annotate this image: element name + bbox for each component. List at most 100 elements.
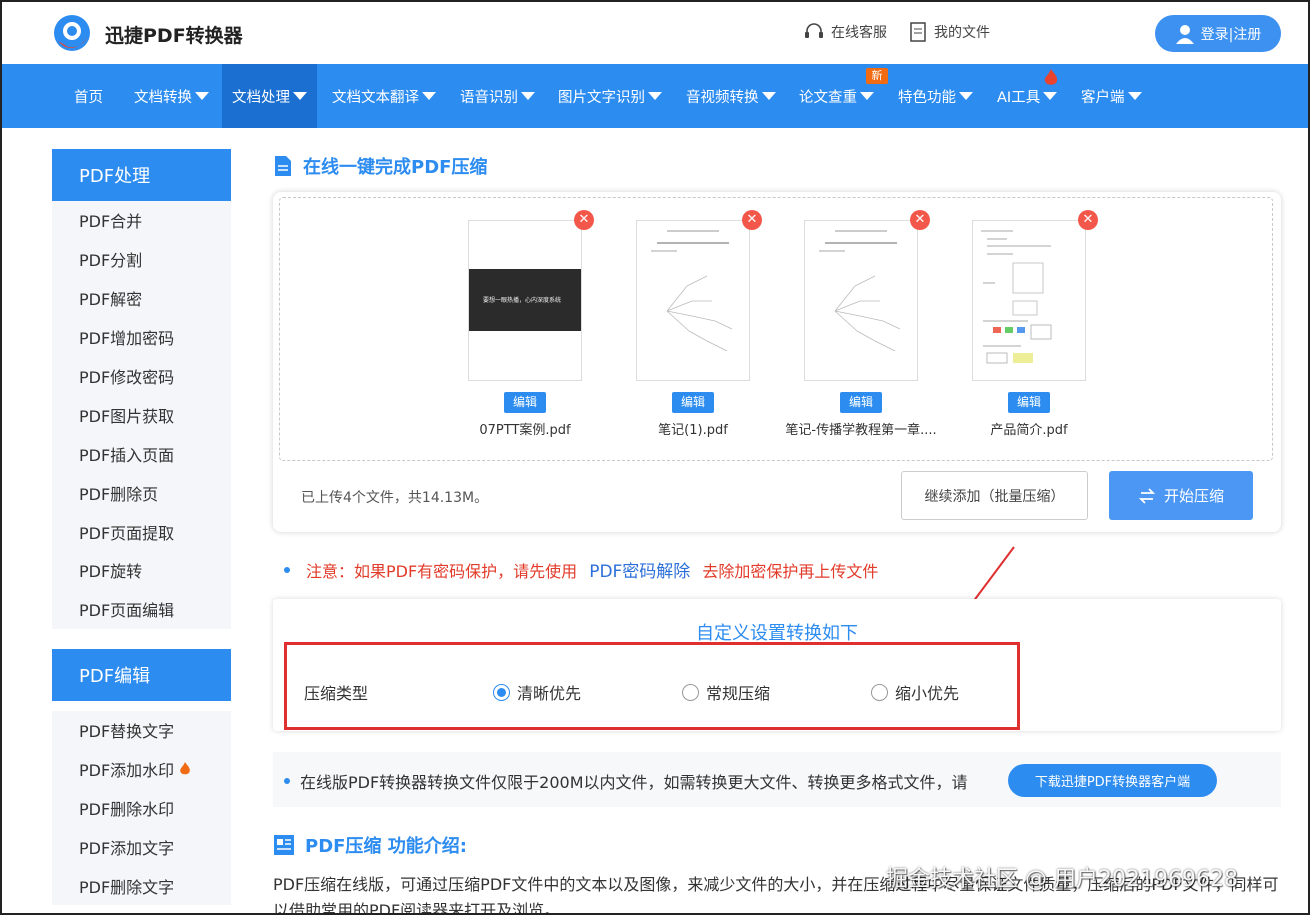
swap-icon (1138, 487, 1156, 504)
start-compress-label: 开始压缩 (1163, 487, 1224, 505)
nav-label: 图片文字识别 (558, 89, 645, 106)
radio-unchecked-icon (871, 683, 888, 701)
headset-icon (805, 23, 823, 38)
edit-file-button[interactable]: 编辑 (840, 392, 882, 413)
my-files-label: 我的文件 (934, 25, 990, 41)
sidebar-item-replace-text[interactable]: PDF替换文字 (52, 711, 231, 750)
login-register-button[interactable]: 登录|注册 (1155, 15, 1281, 52)
user-icon (1175, 24, 1194, 44)
sidebar-item-decrypt[interactable]: PDF解密 (52, 279, 231, 318)
radio-normal-compress[interactable]: 常规压缩 (682, 680, 770, 704)
compress-type-label: 压缩类型 (304, 684, 369, 703)
nav-label: 客户端 (1081, 89, 1125, 106)
nav-label: 音视频转换 (686, 89, 759, 106)
start-compress-button[interactable]: 开始压缩 (1109, 471, 1253, 520)
sidebar-item-label: PDF增加密码 (79, 329, 175, 349)
upload-status-text: 已上传4个文件，共14.13M。 (301, 490, 489, 506)
sidebar-item-delete-page[interactable]: PDF删除页 (52, 473, 231, 512)
nav-label: 文档处理 (232, 89, 290, 106)
edit-file-button[interactable]: 编辑 (672, 392, 714, 413)
sidebar-item-label: PDF修改密码 (79, 368, 175, 387)
sidebar-item-remove-watermark[interactable]: PDF删除水印 (52, 789, 231, 828)
file-thumbnail[interactable] (972, 220, 1086, 381)
file-name: 07PTT案例.pdf (479, 423, 571, 438)
mindmap-preview (651, 230, 733, 352)
nav-doc-convert[interactable]: 文档转换 (124, 64, 219, 128)
nav-label: AI工具 (997, 89, 1041, 106)
brand-name: 迅捷PDF转换器 (105, 25, 243, 47)
sidebar-item-delete-text[interactable]: PDF删除文字 (52, 867, 231, 906)
radio-label: 缩小优先 (895, 684, 960, 703)
sidebar-item-extract-images[interactable]: PDF图片获取 (52, 395, 231, 434)
file-name: 笔记-传播学教程第一章.... (785, 423, 937, 438)
sidebar-item-insert-page[interactable]: PDF插入页面 (52, 434, 231, 473)
nav-client[interactable]: 客户端 (1071, 64, 1152, 128)
bullet-dot (284, 566, 290, 573)
login-register-label: 登录|注册 (1200, 26, 1262, 43)
sidebar-item-label: PDF添加文字 (79, 839, 175, 859)
nav-features[interactable]: 特色功能 (888, 64, 983, 128)
edit-file-button[interactable]: 编辑 (1008, 392, 1050, 413)
file-thumbnail[interactable]: 要想一眼热播，心内深度系统 (468, 220, 582, 381)
radio-checked-icon (493, 683, 510, 701)
download-client-button[interactable]: 下载迅捷PDF转换器客户端 (1008, 764, 1217, 797)
limit-text: 在线版PDF转换器转换文件仅限于200M以内文件，如需转换更大文件、转换更多格式… (284, 769, 968, 793)
mindmap-preview (819, 230, 901, 352)
edit-file-button[interactable]: 编辑 (504, 392, 546, 413)
sidebar-list-edit: PDF替换文字 PDF添加水印 PDF删除水印 PDF添加文字 PDF删除文字 (52, 711, 231, 906)
continue-add-button[interactable]: 继续添加（批量压缩） (901, 471, 1088, 520)
my-files-link[interactable]: 我的文件 (908, 22, 990, 42)
caret-down-icon (860, 92, 874, 100)
nav-translate[interactable]: 文档文本翻译 (322, 64, 446, 128)
radio-clarity-first[interactable]: 清晰优先 (493, 680, 581, 704)
sidebar-list-process: PDF合并 PDF分割 PDF解密 PDF增加密码 PDF修改密码 PDF图片获… (52, 201, 231, 629)
file-thumbnail[interactable] (804, 220, 918, 381)
sidebar-item-label: PDF替换文字 (79, 722, 175, 742)
sidebar-item-add-watermark[interactable]: PDF添加水印 (52, 750, 231, 789)
remove-file-icon[interactable]: ✕ (574, 210, 594, 230)
sidebar-item-extract-page[interactable]: PDF页面提取 (52, 512, 231, 551)
remove-file-icon[interactable]: ✕ (910, 210, 930, 230)
caret-down-icon (648, 92, 662, 100)
new-badge: 新 (866, 68, 888, 84)
password-note: 注意：如果PDF有密码保护，请先使用 PDF密码解除 去除加密保护再上传文件 (284, 557, 878, 582)
brand-logo[interactable] (50, 13, 94, 55)
sidebar-item-label: PDF删除水印 (79, 800, 175, 820)
limit-text-content: 在线版PDF转换器转换文件仅限于200M以内文件，如需转换更大文件、转换更多格式… (300, 773, 968, 792)
radio-label: 清晰优先 (517, 684, 582, 703)
file-card: 要想一眼热播，心内深度系统 ✕ 编辑 07PTT案例.pdf (468, 210, 594, 438)
note-suffix: 去除加密保护再上传文件 (702, 561, 879, 581)
sidebar-item-label: PDF解密 (79, 290, 143, 310)
file-card: ✕ 编辑 笔记-传播学教程第一章.... (785, 210, 937, 438)
sidebar-item-label: PDF插入页面 (79, 445, 175, 465)
sidebar-item-page-edit[interactable]: PDF页面编辑 (52, 590, 231, 629)
sidebar-group-pdf-process: PDF处理 (52, 149, 231, 201)
sidebar-item-add-text[interactable]: PDF添加文字 (52, 828, 231, 867)
radio-label: 常规压缩 (706, 684, 771, 703)
caret-down-icon (422, 92, 436, 100)
sidebar-item-merge[interactable]: PDF合并 (52, 201, 231, 240)
watermark-text: 掘金技术社区 @ 用户2021969628 (886, 867, 1238, 892)
file-thumbnail[interactable] (636, 220, 750, 381)
note-prefix: 注意：如果PDF有密码保护，请先使用 (306, 561, 578, 581)
sidebar-item-label: PDF添加水印 (79, 761, 175, 781)
pdf-decrypt-link[interactable]: PDF密码解除 (589, 557, 690, 582)
remove-file-icon[interactable]: ✕ (1078, 210, 1098, 230)
nav-speech[interactable]: 语音识别 (450, 64, 545, 128)
nav-av-convert[interactable]: 音视频转换 (676, 64, 786, 128)
caret-down-icon (1127, 92, 1142, 100)
sidebar-item-add-password[interactable]: PDF增加密码 (52, 318, 231, 357)
sidebar-item-split[interactable]: PDF分割 (52, 240, 231, 279)
sidebar-item-rotate[interactable]: PDF旋转 (52, 551, 231, 590)
customer-service-link[interactable]: 在线客服 (803, 22, 887, 42)
nav-ocr[interactable]: 图片文字识别 (548, 64, 672, 128)
thumbnail-caption: 要想一眼热播，心内深度系统 (483, 297, 562, 304)
sidebar-item-label: PDF分割 (79, 251, 143, 271)
remove-file-icon[interactable]: ✕ (742, 210, 762, 230)
radio-size-first[interactable]: 缩小优先 (871, 680, 959, 704)
sidebar-item-change-password[interactable]: PDF修改密码 (52, 357, 231, 396)
nav-home[interactable]: 首页 (64, 64, 113, 128)
file-drop-zone[interactable] (279, 197, 1273, 461)
upload-area: 要想一眼热播，心内深度系统 ✕ 编辑 07PTT案例.pdf ✕ 编辑 笔记(1… (273, 192, 1281, 532)
nav-doc-process[interactable]: 文档处理 (222, 64, 317, 128)
